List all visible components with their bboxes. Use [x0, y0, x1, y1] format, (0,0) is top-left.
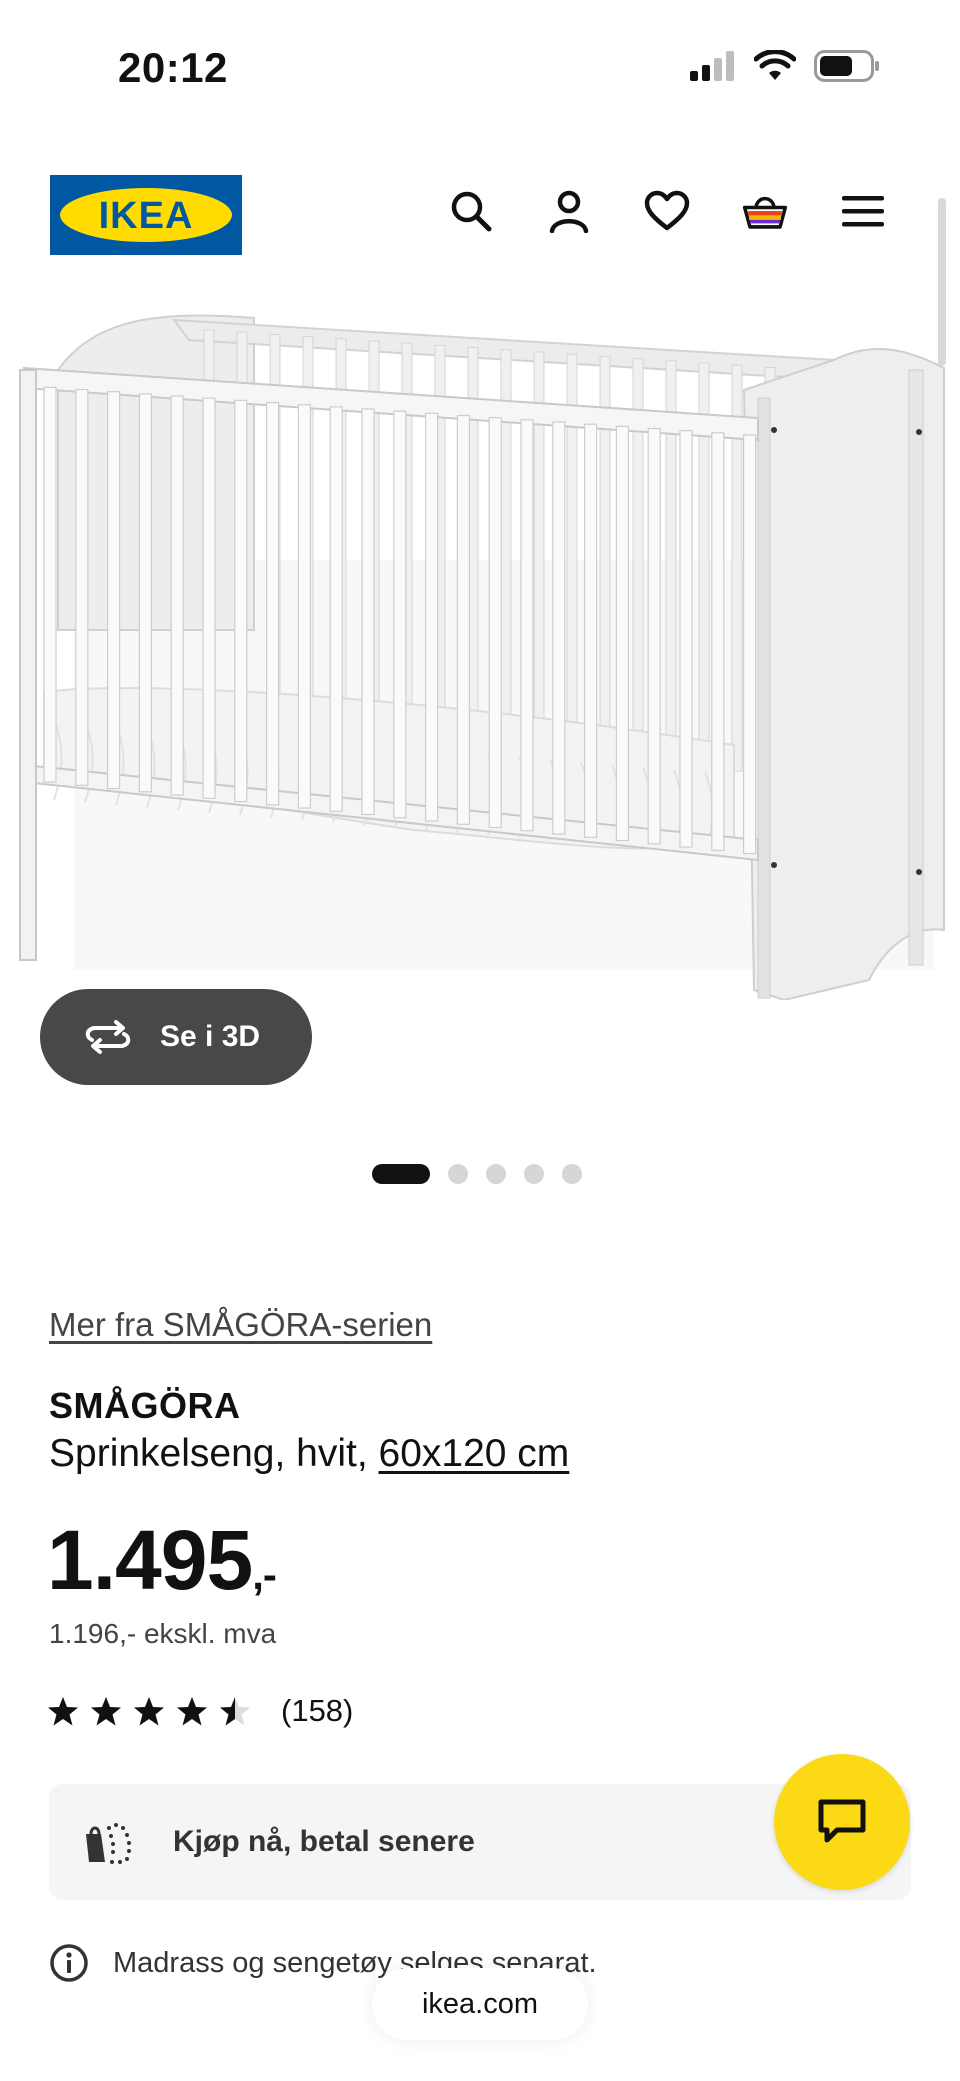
header-actions [448, 188, 886, 234]
gallery-dot-4[interactable] [524, 1164, 544, 1184]
menu-icon[interactable] [840, 188, 886, 234]
price-value: 1.495 [47, 1513, 253, 1607]
info-icon [50, 1944, 88, 1982]
product-description: Sprinkelseng, hvit, 60x120 cm [49, 1432, 569, 1476]
star-icon [177, 1696, 207, 1725]
star-icon [48, 1696, 78, 1725]
price: 1.495,- [47, 1512, 277, 1609]
price-suffix: ,- [252, 1551, 277, 1598]
status-icons [690, 50, 880, 82]
rotate-3d-icon [85, 1020, 131, 1054]
series-link[interactable]: Mer fra SMÅGÖRA-serien [49, 1306, 432, 1344]
product-type: Sprinkelseng, hvit, [49, 1432, 368, 1475]
logo-text: IKEA [99, 195, 194, 237]
signal-icon [690, 51, 734, 81]
star-icon [91, 1696, 121, 1725]
gallery-dot-1[interactable] [372, 1164, 430, 1184]
product-image-crib[interactable] [14, 300, 946, 1000]
price-ex-vat: 1.196,- ekskl. mva [49, 1618, 277, 1649]
product-name: SMÅGÖRA [49, 1385, 241, 1426]
browser-url-bar[interactable]: ikea.com [372, 1968, 588, 2040]
gallery-dot-2[interactable] [448, 1164, 468, 1184]
search-icon[interactable] [448, 188, 494, 234]
view-3d-button[interactable]: Se i 3D [40, 989, 312, 1085]
review-count[interactable]: (158) [281, 1693, 353, 1729]
star-icon [220, 1696, 250, 1725]
heart-icon[interactable] [644, 188, 690, 234]
size-link[interactable]: 60x120 cm [379, 1432, 570, 1475]
rating-stars [47, 1696, 251, 1727]
chat-button[interactable] [774, 1754, 910, 1890]
buy-now-pay-later-label: Kjøp nå, betal senere [173, 1825, 475, 1858]
rating[interactable]: (158) [47, 1693, 353, 1729]
battery-icon [814, 50, 879, 82]
chat-bubble-icon [818, 1799, 866, 1843]
gallery-dot-3[interactable] [486, 1164, 506, 1184]
ikea-logo[interactable]: IKEA [50, 175, 242, 255]
gallery-dot-5[interactable] [562, 1164, 582, 1184]
status-time: 20:12 [118, 44, 228, 91]
star-icon [134, 1696, 164, 1725]
view-3d-label: Se i 3D [160, 1020, 261, 1053]
wifi-icon [754, 50, 796, 80]
shopping-bag-dotted-icon [86, 1823, 131, 1864]
cart-icon[interactable] [742, 188, 788, 234]
gallery-pagination [372, 1164, 582, 1184]
account-icon[interactable] [546, 188, 592, 234]
